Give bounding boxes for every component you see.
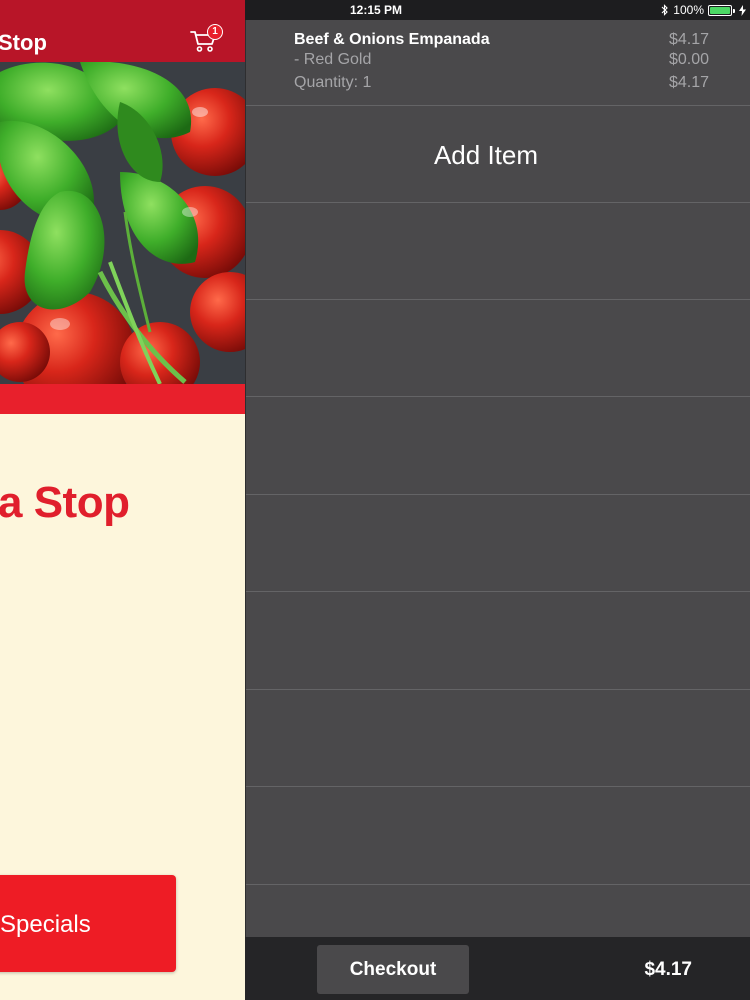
restaurant-name: a Stop xyxy=(0,478,130,527)
specials-button-label: Specials xyxy=(0,911,91,938)
item-line-total: $4.17 xyxy=(668,74,709,91)
specials-button[interactable]: Specials xyxy=(0,875,176,972)
item-quantity: Quantity: 1 xyxy=(294,74,372,91)
item-modifier: - Red Gold xyxy=(294,51,372,68)
add-item-button[interactable]: Add Item xyxy=(246,106,750,203)
checkout-button[interactable]: Checkout xyxy=(317,945,469,994)
app-header: Stop 1 xyxy=(0,0,245,62)
charging-icon xyxy=(739,4,746,16)
empty-cart-row xyxy=(246,495,750,592)
restaurant-app-panel: Stop 1 a Stop Specials xyxy=(0,0,245,1000)
empty-cart-row xyxy=(246,300,750,397)
app-title: Stop xyxy=(0,30,47,55)
item-name: Beef & Onions Empanada xyxy=(294,31,490,48)
empty-cart-row xyxy=(246,690,750,787)
empty-cart-row xyxy=(246,398,750,495)
tomatoes-basil-photo xyxy=(0,62,245,384)
item-modifier-price: $0.00 xyxy=(668,51,709,68)
empty-cart-row xyxy=(246,788,750,885)
empty-cart-row xyxy=(246,203,750,300)
battery-percent: 100% xyxy=(673,3,704,17)
status-bar: 12:15 PM 100% xyxy=(245,0,750,20)
hero-image xyxy=(0,62,245,384)
status-time: 12:15 PM xyxy=(350,3,403,17)
cart-count-badge: 1 xyxy=(207,24,223,40)
empty-cart-row xyxy=(246,593,750,690)
bluetooth-icon xyxy=(661,4,669,16)
status-indicators: 100% xyxy=(661,2,746,18)
add-item-label: Add Item xyxy=(433,140,539,170)
hero-divider-band xyxy=(0,384,245,414)
cart-footer: Checkout $4.17 xyxy=(245,937,750,1000)
cart-drawer: Beef & Onions Empanada $4.17 - Red Gold … xyxy=(245,20,750,937)
cart-line-item[interactable]: Beef & Onions Empanada $4.17 - Red Gold … xyxy=(246,20,750,106)
battery-icon xyxy=(708,4,735,16)
item-price: $4.17 xyxy=(668,31,709,48)
cart-total: $4.17 xyxy=(644,959,692,980)
cart-button[interactable]: 1 xyxy=(189,24,223,54)
